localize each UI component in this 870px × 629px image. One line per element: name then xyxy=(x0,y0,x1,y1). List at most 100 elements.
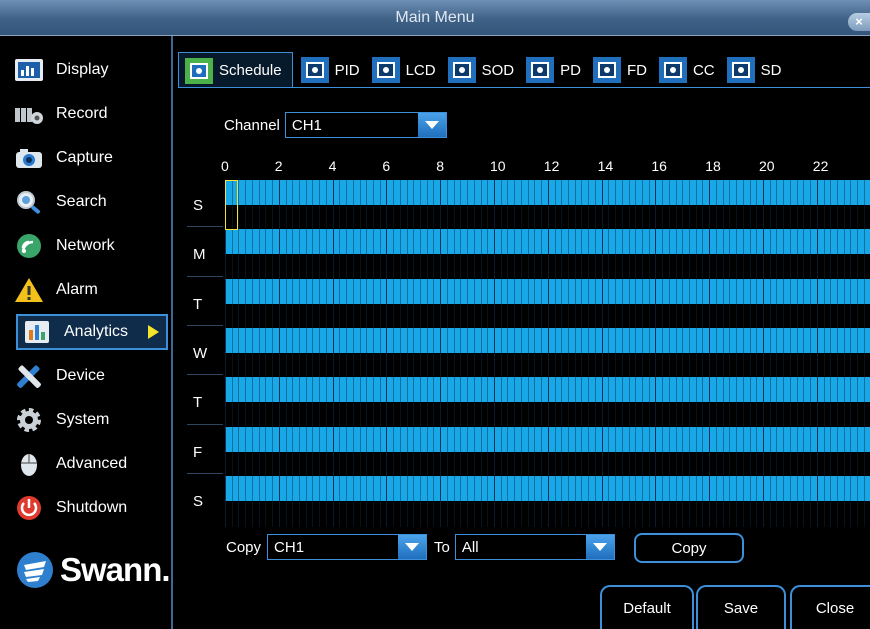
grid-line xyxy=(292,180,294,527)
tab-underline xyxy=(178,87,870,88)
grid-line xyxy=(554,180,556,527)
sidebar-item-network[interactable]: Network xyxy=(14,228,168,264)
lcd-tab-icon xyxy=(371,57,400,83)
grid-line xyxy=(830,180,832,527)
hour-label: 4 xyxy=(328,158,337,174)
grid-line xyxy=(763,180,764,527)
logo-suffix: . xyxy=(161,551,170,588)
sod-tab-icon xyxy=(447,57,476,83)
grid-line xyxy=(756,180,758,527)
day-separator xyxy=(187,472,223,474)
tab-fd[interactable]: FD xyxy=(587,52,651,88)
sidebar-item-label: Advanced xyxy=(56,455,128,472)
day-label: T xyxy=(193,295,203,313)
hour-label: 14 xyxy=(597,158,614,174)
sidebar-item-alarm[interactable]: Alarm xyxy=(14,272,168,308)
grid-line xyxy=(527,180,529,527)
sidebar-item-shutdown[interactable]: Shutdown xyxy=(14,490,168,526)
tab-label: LCD xyxy=(405,61,436,79)
day-separator xyxy=(187,423,223,425)
copy-button[interactable]: Copy xyxy=(634,533,744,563)
sidebar-item-display[interactable]: Display xyxy=(14,52,168,88)
sidebar: Display Record Capture Search Network Al… xyxy=(0,36,173,629)
copy-to-select[interactable]: All xyxy=(454,534,615,560)
close-icon[interactable]: × xyxy=(848,13,870,31)
grid-line xyxy=(258,180,260,527)
tab-label: PD xyxy=(560,61,581,79)
grid-line xyxy=(675,180,677,527)
grid-line xyxy=(238,180,240,527)
grid-line xyxy=(843,180,845,527)
grid-line xyxy=(446,180,448,527)
tab-lcd[interactable]: LCD xyxy=(366,52,440,88)
day-label: T xyxy=(193,394,203,412)
grid-line xyxy=(608,180,610,527)
grid-line xyxy=(729,180,731,527)
grid-line xyxy=(541,180,543,527)
grid-line xyxy=(480,180,482,527)
sidebar-item-search[interactable]: Search xyxy=(14,184,168,220)
chevron-down-icon[interactable] xyxy=(585,535,614,559)
channel-select[interactable]: CH1 xyxy=(284,112,447,138)
grid-line xyxy=(561,180,563,527)
tab-pd[interactable]: PD xyxy=(520,52,585,88)
grid-line xyxy=(689,180,691,527)
grid-line xyxy=(352,180,354,527)
grid-line xyxy=(769,180,771,527)
grid-line xyxy=(823,180,825,527)
grid-line xyxy=(467,180,469,527)
hour-label: 2 xyxy=(274,158,283,174)
hour-label: 8 xyxy=(436,158,444,174)
copy-from-select[interactable]: CH1 xyxy=(267,534,428,560)
grid-line xyxy=(225,180,226,527)
sidebar-item-label: Search xyxy=(56,193,107,210)
schedule-grid[interactable] xyxy=(225,180,870,527)
chevron-down-icon[interactable] xyxy=(398,535,427,559)
gear-icon xyxy=(14,406,44,434)
grid-line xyxy=(494,180,495,527)
default-button[interactable]: Default xyxy=(600,585,694,629)
display-icon xyxy=(14,56,44,84)
grid-line xyxy=(453,180,455,527)
grid-line xyxy=(251,180,253,527)
sidebar-item-label: Shutdown xyxy=(56,499,128,516)
analytics-icon xyxy=(22,318,52,346)
grid-line xyxy=(628,180,630,527)
tab-pid[interactable]: PID xyxy=(295,52,364,88)
grid-line xyxy=(265,180,267,527)
grid-line xyxy=(278,180,280,527)
grid-line xyxy=(460,180,462,527)
save-button[interactable]: Save xyxy=(696,585,786,629)
close-button[interactable]: Close xyxy=(790,585,870,629)
hour-label: 0 xyxy=(221,158,229,174)
grid-line xyxy=(648,180,650,527)
hour-axis: 0 2 4 6 8 10 12 14 16 18 20 22 xyxy=(0,158,870,178)
chevron-down-icon[interactable] xyxy=(417,113,446,137)
sd-tab-icon xyxy=(726,57,755,83)
tab-sd[interactable]: SD xyxy=(721,52,786,88)
tab-label: Schedule xyxy=(219,62,282,79)
grid-line xyxy=(655,180,657,527)
copy-to-value: All xyxy=(461,538,479,556)
grid-line xyxy=(857,180,859,527)
hour-label: 10 xyxy=(490,158,506,174)
sidebar-item-device[interactable]: Device xyxy=(14,358,168,394)
day-separator xyxy=(187,324,223,326)
sidebar-item-advanced[interactable]: Advanced xyxy=(14,446,168,482)
grid-line xyxy=(816,180,818,527)
grid-line xyxy=(709,180,711,527)
sidebar-item-record[interactable]: Record xyxy=(14,96,168,132)
tab-label: SOD xyxy=(481,61,515,79)
tab-schedule[interactable]: Schedule xyxy=(178,52,293,88)
record-icon xyxy=(14,100,44,128)
hour-label: 16 xyxy=(651,158,667,174)
grid-line xyxy=(783,180,785,527)
sidebar-item-analytics[interactable]: Analytics xyxy=(16,314,168,350)
tab-cc[interactable]: CC xyxy=(653,52,719,88)
grid-line xyxy=(231,180,233,527)
pid-tab-icon xyxy=(300,57,329,83)
day-label: W xyxy=(193,344,208,362)
hour-label: 6 xyxy=(382,158,391,174)
sidebar-item-system[interactable]: System xyxy=(14,402,168,438)
tab-sod[interactable]: SOD xyxy=(442,52,519,88)
